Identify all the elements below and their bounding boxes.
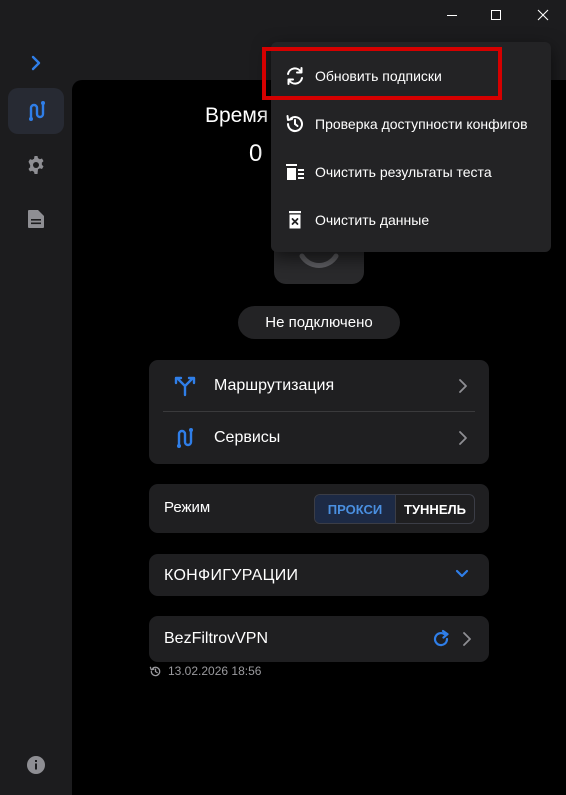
document-icon (28, 210, 44, 228)
chevron-right-icon (463, 632, 471, 646)
info-icon (27, 756, 45, 774)
history-icon (149, 666, 161, 676)
time-value: 0 (249, 140, 263, 167)
highlight-box (262, 47, 502, 100)
services-row[interactable]: Сервисы (149, 412, 489, 464)
title-bar (0, 0, 566, 30)
mode-selector: ПРОКСИ ТУННЕЛЬ (314, 494, 475, 524)
mode-option-tunnel[interactable]: ТУННЕЛЬ (396, 495, 474, 523)
chevron-down-icon (455, 569, 469, 578)
close-button[interactable] (520, 0, 566, 30)
mode-card: Режим ПРОКСИ ТУННЕЛЬ (149, 484, 489, 533)
rail-item-home[interactable] (8, 88, 64, 134)
routing-label: Маршрутизация (214, 377, 335, 394)
close-icon (537, 9, 549, 21)
configs-header[interactable]: КОНФИГУРАЦИИ (149, 554, 489, 596)
trash-icon (283, 208, 307, 232)
menu-item-clear-test-results[interactable]: Очистить результаты теста (271, 150, 551, 194)
expand-rail-button[interactable] (8, 40, 64, 86)
chevron-right-icon (459, 379, 467, 393)
routes-icon (29, 101, 45, 121)
refresh-icon[interactable] (431, 629, 451, 649)
subscription-row[interactable]: BezFiltrovVPN (149, 616, 489, 662)
mode-label: Режим (164, 499, 211, 516)
menu-item-label: Очистить данные (315, 212, 430, 228)
subscription-updated-text: 13.02.2026 18:56 (168, 664, 262, 678)
connection-status: Не подключено (238, 306, 400, 339)
services-icon (177, 428, 193, 448)
maximize-icon (491, 10, 501, 20)
menu-item-check-configs[interactable]: Проверка доступности конфигов (271, 102, 551, 146)
subscription-name: BezFiltrovVPN (164, 630, 269, 647)
menu-item-label: Проверка доступности конфигов (315, 116, 528, 132)
mode-option-proxy[interactable]: ПРОКСИ (315, 495, 396, 523)
rail-item-about[interactable] (8, 742, 64, 788)
maximize-button[interactable] (473, 0, 519, 30)
clear-list-icon (283, 160, 307, 184)
routing-icon (174, 376, 196, 397)
services-label: Сервисы (214, 429, 281, 446)
chevron-right-icon (459, 431, 467, 445)
configs-title: КОНФИГУРАЦИИ (164, 567, 299, 584)
subscription-updated: 13.02.2026 18:56 (149, 664, 261, 678)
gear-icon (28, 156, 44, 174)
rail-item-logs[interactable] (8, 196, 64, 242)
routing-row[interactable]: Маршрутизация (149, 360, 489, 412)
minimize-icon (447, 15, 457, 16)
minimize-button[interactable] (429, 0, 475, 30)
menu-item-clear-data[interactable]: Очистить данные (271, 198, 551, 242)
check-availability-icon (283, 112, 307, 136)
nav-card: Маршрутизация Сервисы (149, 360, 489, 464)
chevron-right-icon (31, 55, 41, 71)
menu-item-label: Очистить результаты теста (315, 164, 492, 180)
side-rail (0, 30, 72, 795)
time-label: Время (205, 104, 269, 127)
rail-item-settings[interactable] (8, 142, 64, 188)
